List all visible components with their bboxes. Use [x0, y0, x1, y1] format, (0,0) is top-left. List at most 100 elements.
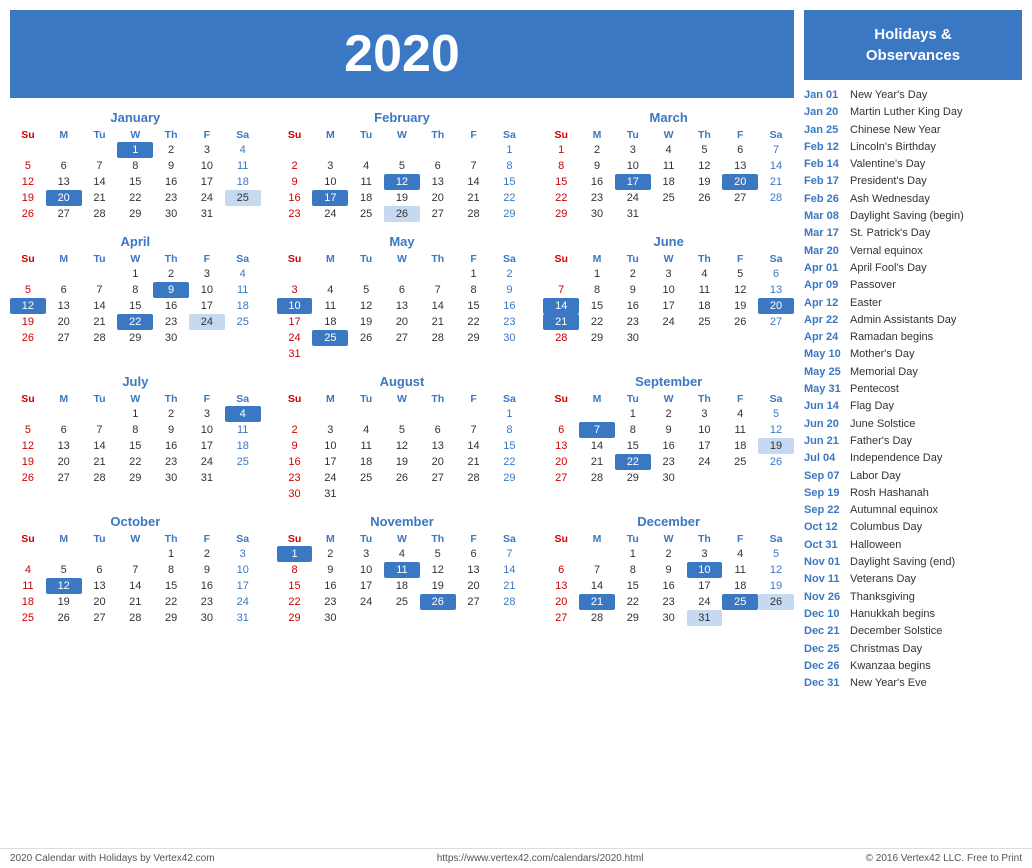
holiday-name: Ash Wednesday [850, 192, 930, 206]
calendar-day: 5 [384, 422, 420, 438]
month-block: MaySuMTuWThFSa12345678910111213141516171… [277, 234, 528, 362]
calendar-day: 6 [456, 546, 492, 562]
calendar-day: 12 [758, 562, 794, 578]
calendar-day: 6 [82, 562, 118, 578]
calendar-day: 20 [758, 298, 794, 314]
holidays-header: Holidays &Observances [804, 10, 1022, 80]
calendar-day: 21 [82, 314, 118, 330]
calendar-day: 15 [153, 578, 189, 594]
calendar-day: 2 [277, 422, 313, 438]
month-title: December [543, 514, 794, 529]
footer-center: https://www.vertex42.com/calendars/2020.… [437, 853, 644, 864]
calendar-day: 12 [722, 282, 758, 298]
calendar-day: 10 [189, 282, 225, 298]
calendar-day: 7 [82, 282, 118, 298]
calendar-day: 31 [687, 610, 723, 626]
holiday-date: Nov 26 [804, 590, 844, 604]
calendar-day: 21 [456, 190, 492, 206]
calendar-day: 1 [117, 142, 153, 158]
calendar-day: 12 [384, 174, 420, 190]
calendar-day: 22 [277, 594, 313, 610]
calendar-day: 22 [117, 454, 153, 470]
calendar-day: 26 [722, 314, 758, 330]
calendar-day: 28 [543, 330, 579, 346]
holiday-date: Sep 19 [804, 486, 844, 500]
holiday-item: Sep 07Labor Day [804, 469, 1022, 483]
calendar-day [651, 206, 687, 222]
calendar-day [10, 406, 46, 422]
holiday-name: St. Patrick's Day [850, 226, 930, 240]
calendar-day: 7 [420, 282, 456, 298]
holiday-name: Kwanzaa begins [850, 659, 931, 673]
holiday-date: Apr 12 [804, 296, 844, 310]
calendar-day: 28 [82, 330, 118, 346]
calendar-day: 25 [722, 454, 758, 470]
calendar-day: 17 [687, 438, 723, 454]
calendar-day: 1 [615, 406, 651, 422]
calendar-day [579, 546, 615, 562]
calendar-day [10, 266, 46, 282]
calendar-day: 1 [153, 546, 189, 562]
holiday-name: Pentecost [850, 382, 899, 396]
holiday-date: Mar 08 [804, 209, 844, 223]
calendar-day: 26 [384, 470, 420, 486]
calendar-day: 14 [82, 174, 118, 190]
calendar-day: 14 [543, 298, 579, 314]
holiday-date: Apr 24 [804, 330, 844, 344]
calendar-day: 8 [491, 158, 527, 174]
holiday-name: Valentine's Day [850, 157, 925, 171]
calendar-day: 21 [82, 190, 118, 206]
holiday-item: Oct 12Columbus Day [804, 520, 1022, 534]
calendar-day: 8 [615, 562, 651, 578]
holiday-name: June Solstice [850, 417, 915, 431]
calendar-day [189, 330, 225, 346]
calendar-day: 12 [687, 158, 723, 174]
holiday-item: Feb 14Valentine's Day [804, 157, 1022, 171]
holiday-item: Feb 26Ash Wednesday [804, 192, 1022, 206]
calendar-day: 1 [615, 546, 651, 562]
calendar-day: 1 [543, 142, 579, 158]
holiday-date: May 31 [804, 382, 844, 396]
calendar-day: 24 [615, 190, 651, 206]
calendar-day: 19 [10, 314, 46, 330]
calendar-day: 25 [348, 470, 384, 486]
calendar-day: 7 [117, 562, 153, 578]
calendar-day: 11 [312, 298, 348, 314]
calendar-day: 28 [579, 610, 615, 626]
calendar-day: 30 [153, 330, 189, 346]
calendar-day: 31 [312, 486, 348, 502]
calendar-day: 23 [153, 190, 189, 206]
holiday-item: Mar 20Vernal equinox [804, 244, 1022, 258]
calendar-day: 2 [189, 546, 225, 562]
calendar-day [420, 610, 456, 626]
holiday-item: Nov 26Thanksgiving [804, 590, 1022, 604]
calendar-day: 23 [651, 454, 687, 470]
month-table: SuMTuWThFSa12345678910111213141516171819… [277, 532, 528, 626]
calendar-day: 16 [153, 174, 189, 190]
calendar-day [758, 610, 794, 626]
calendar-day: 14 [82, 438, 118, 454]
calendar-day: 11 [651, 158, 687, 174]
holiday-date: Jan 20 [804, 105, 844, 119]
calendar-day: 12 [384, 438, 420, 454]
calendar-day: 3 [189, 142, 225, 158]
calendar-day: 28 [82, 470, 118, 486]
calendar-day: 10 [312, 438, 348, 454]
calendar-day: 23 [189, 594, 225, 610]
calendar-day: 3 [189, 266, 225, 282]
calendar-day [384, 142, 420, 158]
calendar-day: 22 [615, 594, 651, 610]
calendar-day: 25 [722, 594, 758, 610]
calendar-day: 2 [312, 546, 348, 562]
calendar-day: 12 [758, 422, 794, 438]
calendar-day: 8 [117, 422, 153, 438]
calendar-day: 17 [312, 190, 348, 206]
calendar-day: 1 [491, 406, 527, 422]
calendar-day: 7 [82, 158, 118, 174]
calendar-day: 31 [189, 206, 225, 222]
calendar-day: 27 [420, 470, 456, 486]
calendar-day: 5 [687, 142, 723, 158]
calendar-day [82, 406, 118, 422]
holiday-name: Father's Day [850, 434, 912, 448]
calendar-day [722, 470, 758, 486]
